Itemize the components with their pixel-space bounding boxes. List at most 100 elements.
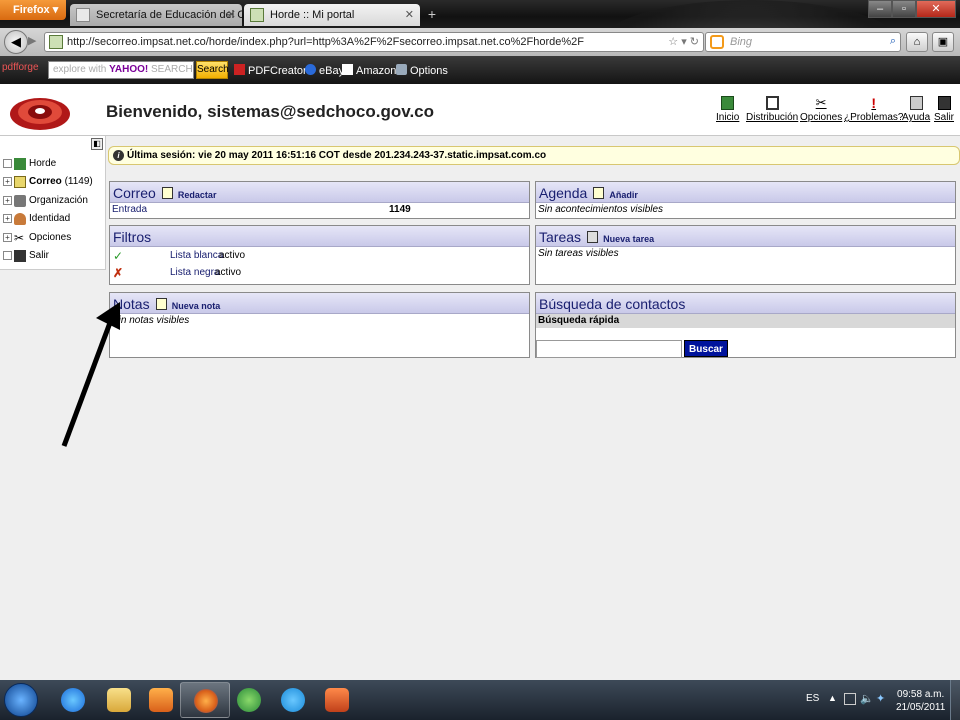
search-bar[interactable]: Bing ⌕ — [705, 32, 901, 52]
new-note-link[interactable]: Nueva nota — [172, 301, 221, 311]
bookmark-star-icon[interactable]: ☆ — [668, 36, 678, 48]
collapse-sidebar-icon[interactable]: ◧ — [91, 138, 103, 150]
unread-count: (1149) — [64, 176, 93, 187]
sidebar-item-label: Correo — [29, 176, 62, 187]
tree-expand-icon[interactable]: + — [3, 196, 12, 205]
search-contacts-button[interactable]: Buscar — [684, 340, 728, 357]
action-center-icon[interactable] — [844, 693, 856, 705]
taskbar-messenger[interactable] — [224, 682, 274, 718]
filtros-block: Filtros ✓ Lista blanca activo ✗ Lista ne… — [109, 225, 530, 285]
pdfforge-logo[interactable]: pdfforge — [2, 62, 39, 73]
reload-icon[interactable]: ↻ — [690, 36, 699, 48]
skype-icon — [281, 688, 305, 712]
yahoo-search-button[interactable]: Search — [196, 61, 229, 79]
add-event-link[interactable]: Añadir — [609, 190, 638, 200]
nav-problemas-label: ¿Problemas? — [844, 112, 904, 123]
taskbar-powerpoint[interactable] — [312, 682, 362, 718]
start-button[interactable] — [4, 683, 38, 717]
addons-toolbar: pdfforge explore with YAHOO! SEARCH Sear… — [0, 56, 960, 84]
close-window-button[interactable]: ✕ — [916, 0, 956, 18]
addon-icon[interactable]: ▣ — [932, 32, 954, 52]
address-bar[interactable]: http://secorreo.impsat.net.co/horde/inde… — [44, 32, 704, 52]
sidebar-item-organizacion[interactable]: + Organización — [3, 192, 88, 209]
firefox-menu-label: Firefox — [13, 4, 50, 16]
search-engine-icon[interactable] — [710, 35, 724, 49]
pdfcreator-button[interactable]: PDFCreator — [234, 64, 307, 77]
maximize-button[interactable]: ▫ — [892, 0, 916, 18]
compose-link[interactable]: Redactar — [178, 190, 217, 200]
welcome-title: Bienvenido, sistemas@sedchoco.gov.co — [106, 102, 435, 121]
forward-button[interactable]: ▶ — [28, 34, 44, 50]
block-title: Agenda — [539, 185, 588, 201]
ebay-button[interactable]: eBay — [305, 64, 344, 77]
task-clipboard-icon[interactable] — [587, 231, 599, 243]
system-clock[interactable]: 09:58 a.m. 21/05/2011 — [896, 688, 945, 714]
tab-horde-portal[interactable]: Horde :: Mi portal ✕ — [244, 4, 420, 26]
sidebar-item-identidad[interactable]: + Identidad — [3, 210, 70, 227]
sidebar-item-horde[interactable]: Horde — [3, 155, 56, 172]
inbox-message-count: 1149 — [389, 204, 411, 215]
contact-search-input[interactable] — [536, 340, 682, 358]
show-hidden-icons[interactable]: ▲ — [828, 693, 837, 703]
logout-door-icon — [14, 249, 26, 262]
filter-row-blacklist: ✗ Lista negra activo — [110, 266, 529, 280]
site-identity-icon[interactable] — [49, 35, 63, 49]
note-icon[interactable] — [155, 298, 167, 310]
search-magnifier-icon[interactable]: ⌕ — [890, 35, 896, 48]
ebay-label: eBay — [319, 65, 345, 77]
x-icon: ✗ — [113, 266, 124, 280]
clock-time: 09:58 a.m. — [897, 689, 945, 700]
blacklist-link[interactable]: Lista negra — [170, 267, 219, 278]
quick-search-subheader: Búsqueda rápida — [536, 314, 955, 328]
minimize-button[interactable]: – — [868, 0, 892, 18]
close-tab-icon[interactable]: ✕ — [405, 8, 414, 21]
clock-date: 21/05/2011 — [896, 702, 946, 713]
calendar-add-icon[interactable] — [593, 187, 605, 199]
agenda-block: Agenda Añadir Sin acontecimientos visibl… — [535, 181, 956, 219]
tree-toggle-icon[interactable] — [3, 251, 12, 260]
url-actions: ☆ ▾ ↻ — [668, 36, 699, 48]
taskbar-ie[interactable] — [48, 682, 98, 718]
tree-toggle-icon[interactable] — [3, 159, 12, 168]
back-button[interactable]: ◀ — [4, 30, 28, 54]
new-tab-button[interactable]: + — [422, 5, 442, 25]
inbox-folder-link[interactable]: Entrada — [112, 204, 147, 215]
page-icon — [76, 8, 90, 22]
ebay-icon — [305, 64, 316, 75]
options-button[interactable]: Options — [396, 64, 448, 77]
language-indicator[interactable]: ES — [806, 693, 819, 704]
volume-icon[interactable]: 🔈 — [860, 693, 874, 705]
horde-logo-icon — [10, 98, 70, 130]
taskbar-media-player[interactable] — [136, 682, 186, 718]
amazon-button[interactable]: Amazon — [342, 64, 396, 77]
yahoo-search-input[interactable]: explore with YAHOO! SEARCH — [48, 61, 194, 79]
nav-problemas[interactable]: ! ¿Problemas? — [844, 96, 903, 123]
whitelist-link[interactable]: Lista blanca — [170, 250, 223, 261]
nav-distribucion[interactable]: Distribución — [746, 96, 798, 123]
close-tab-icon[interactable]: ✕ — [227, 8, 236, 21]
tree-expand-icon[interactable]: + — [3, 177, 12, 186]
taskbar-skype[interactable] — [268, 682, 318, 718]
show-desktop-button[interactable] — [950, 680, 960, 720]
tab-secretaria[interactable]: Secretaría de Educación del Chocó ✕ — [70, 4, 242, 26]
nav-inicio[interactable]: Inicio — [716, 96, 739, 123]
new-task-link[interactable]: Nueva tarea — [603, 234, 654, 244]
nav-opciones[interactable]: ✂ Opciones — [800, 96, 842, 124]
sidebar-item-salir[interactable]: Salir — [3, 247, 49, 264]
taskbar-firefox[interactable] — [180, 682, 230, 718]
pdf-icon — [234, 64, 245, 75]
tree-expand-icon[interactable]: + — [3, 233, 12, 242]
blacklist-status: activo — [215, 267, 242, 278]
home-icon[interactable]: ⌂ — [906, 32, 928, 52]
firefox-menu-button[interactable]: Firefox ▾ — [0, 0, 66, 20]
horde-icon — [14, 157, 26, 170]
compose-note-icon[interactable] — [161, 187, 173, 199]
dropbox-icon[interactable]: ✦ — [876, 693, 888, 705]
nav-salir[interactable]: Salir — [934, 96, 954, 123]
scissors-icon: ✂ — [14, 230, 25, 245]
tree-expand-icon[interactable]: + — [3, 214, 12, 223]
sidebar-item-correo[interactable]: + Correo (1149) — [3, 173, 93, 190]
sidebar-item-label: Organización — [29, 195, 88, 206]
sidebar-item-opciones[interactable]: + ✂ Opciones — [3, 229, 71, 246]
nav-ayuda[interactable]: Ayuda — [902, 96, 930, 123]
